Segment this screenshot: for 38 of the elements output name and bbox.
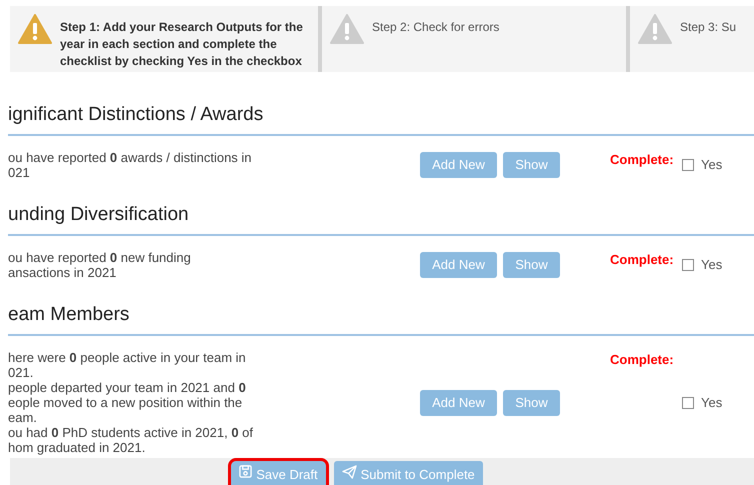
complete-label: Complete: xyxy=(610,351,674,369)
submit-button[interactable]: Submit to Complete xyxy=(334,461,483,485)
step-tab[interactable]: Step 3: Su xyxy=(626,6,754,72)
step-tab[interactable]: Step 2: Check for errors xyxy=(318,6,626,72)
summary-text: ou have reported 0 awards / distinctions in xyxy=(8,150,252,165)
warning-icon xyxy=(18,14,52,44)
summary-text: eople moved to a new position within the xyxy=(8,395,242,410)
show-button[interactable]: Show xyxy=(503,390,560,416)
checkbox[interactable] xyxy=(682,159,694,171)
yes-label: Yes xyxy=(701,256,722,274)
section-heading: ignificant Distinctions / Awards xyxy=(7,103,264,127)
add-new-button[interactable]: Add New xyxy=(420,390,497,416)
step-tab[interactable]: Step 1: Add your Research Outputs for the year in each section and complete the checklist by checking Yes in the checkbox xyxy=(10,6,318,72)
complete-label: Complete: xyxy=(610,151,674,169)
yes-label: Yes xyxy=(701,394,722,412)
add-new-button[interactable]: Add New xyxy=(420,152,497,178)
save-draft-button[interactable]: Save Draft xyxy=(231,461,326,485)
summary-text: hom graduated in 2021. xyxy=(8,440,146,455)
summary-text: here were 0 people active in your team in xyxy=(8,350,246,365)
summary-text: ansactions in 2021 xyxy=(8,265,116,280)
paper-plane-icon xyxy=(342,465,357,479)
complete-label: Complete: xyxy=(610,251,674,269)
section-heading: unding Diversification xyxy=(7,203,190,227)
summary-text: 021 xyxy=(8,165,30,180)
add-new-button[interactable]: Add New xyxy=(420,252,497,278)
section-heading: eam Members xyxy=(7,303,130,327)
summary-text: eam. xyxy=(8,410,37,425)
checkbox[interactable] xyxy=(682,259,694,271)
summary-text: ou have reported 0 new funding xyxy=(8,250,191,265)
checkbox[interactable] xyxy=(682,396,694,408)
summary-text: people departed your team in 2021 and 0 xyxy=(8,380,246,395)
yes-label: Yes xyxy=(701,156,722,174)
warning-icon xyxy=(638,14,672,44)
show-button[interactable]: Show xyxy=(503,252,560,278)
warning-icon xyxy=(330,14,364,44)
summary-text: ou had 0 PhD students active in 2021, 0 of xyxy=(8,425,254,440)
show-button[interactable]: Show xyxy=(503,152,560,178)
summary-text: 021. xyxy=(8,365,34,380)
